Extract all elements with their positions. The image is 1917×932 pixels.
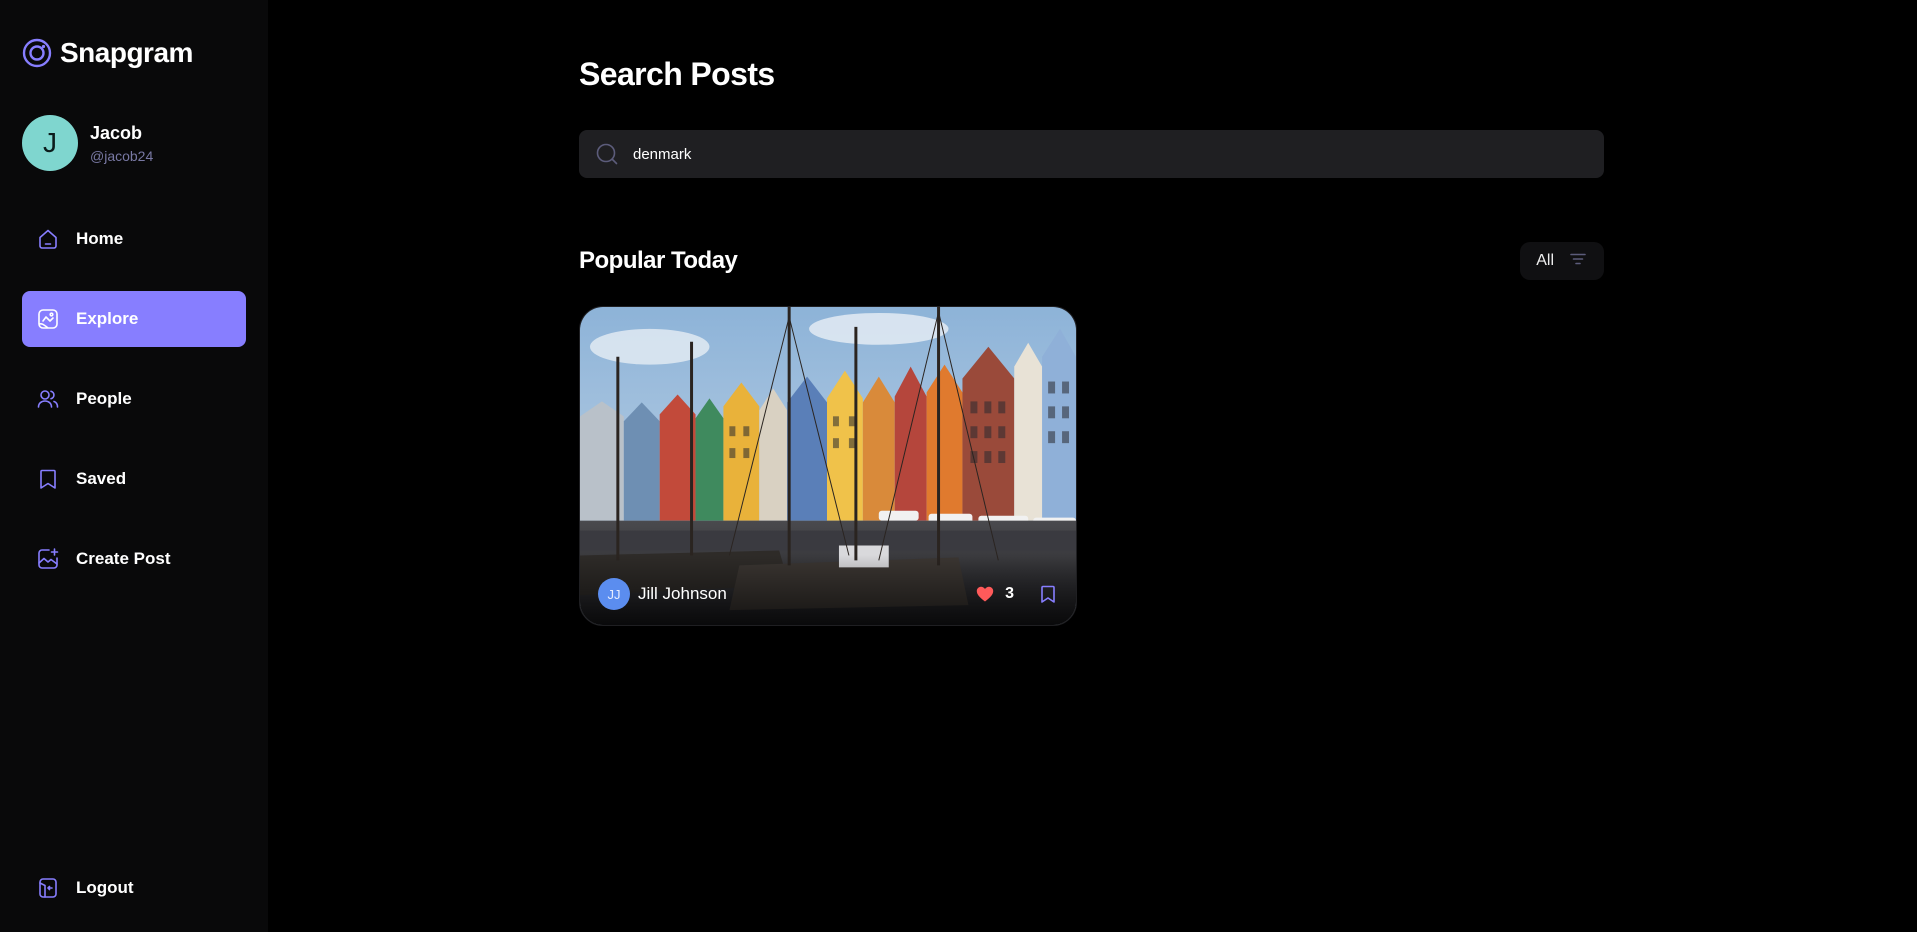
bookmark-icon xyxy=(36,467,60,491)
app-root: Snapgram J Jacob @jacob24 Home Explore P… xyxy=(0,0,1917,932)
creator-name: Jill Johnson xyxy=(638,584,727,603)
search-bar[interactable] xyxy=(579,130,1604,178)
post-card[interactable]: JJ Jill Johnson 3 xyxy=(579,306,1077,626)
filter-icon xyxy=(1568,249,1588,274)
search-icon xyxy=(595,142,619,166)
home-icon xyxy=(36,227,60,251)
profile-card[interactable]: J Jacob @jacob24 xyxy=(22,115,246,171)
sidebar-item-label: People xyxy=(76,389,132,408)
section-title: Popular Today xyxy=(579,247,738,274)
page-title: Search Posts xyxy=(579,56,775,92)
user-avatar: J xyxy=(22,115,78,171)
sidebar-nav: Home Explore People Saved Create Post xyxy=(22,211,246,587)
people-icon xyxy=(36,387,60,411)
bookmark-icon[interactable] xyxy=(1038,584,1058,604)
heart-icon[interactable] xyxy=(975,584,995,604)
posts-grid: JJ Jill Johnson 3 xyxy=(579,306,1604,626)
user-name: Jacob xyxy=(90,122,143,143)
user-handle: @jacob24 xyxy=(90,147,154,164)
sidebar-item-create-post[interactable]: Create Post xyxy=(22,531,246,587)
explore-icon xyxy=(36,307,60,331)
sidebar-item-explore[interactable]: Explore xyxy=(22,291,246,347)
filter-button[interactable]: All xyxy=(1520,242,1604,280)
sidebar-item-home[interactable]: Home xyxy=(22,211,246,267)
logout-icon xyxy=(36,876,60,900)
sidebar-item-label: Saved xyxy=(76,469,127,488)
sidebar: Snapgram J Jacob @jacob24 Home Explore P… xyxy=(0,0,268,932)
popular-header: Popular Today All xyxy=(579,242,1604,280)
main-content: Search Posts Popular Today All xyxy=(268,0,1917,932)
sidebar-item-people[interactable]: People xyxy=(22,371,246,427)
logout-button[interactable]: Logout xyxy=(22,864,148,912)
app-logo[interactable]: Snapgram xyxy=(22,37,246,68)
camera-logo-icon xyxy=(22,38,52,68)
creator-avatar: JJ xyxy=(598,578,630,610)
filter-label: All xyxy=(1536,252,1554,269)
sidebar-item-label: Explore xyxy=(76,309,139,328)
sidebar-item-saved[interactable]: Saved xyxy=(22,451,246,507)
sidebar-item-label: Create Post xyxy=(76,549,171,568)
like-count: 3 xyxy=(1005,585,1014,602)
logout-label: Logout xyxy=(76,878,134,897)
post-footer: JJ Jill Johnson 3 xyxy=(580,555,1076,625)
app-name: Snapgram xyxy=(60,37,193,68)
post-creator[interactable]: JJ Jill Johnson xyxy=(598,578,727,610)
post-stats: 3 xyxy=(975,584,1058,604)
search-input[interactable] xyxy=(633,145,1588,163)
create-post-icon xyxy=(36,547,60,571)
sidebar-item-label: Home xyxy=(76,229,124,248)
